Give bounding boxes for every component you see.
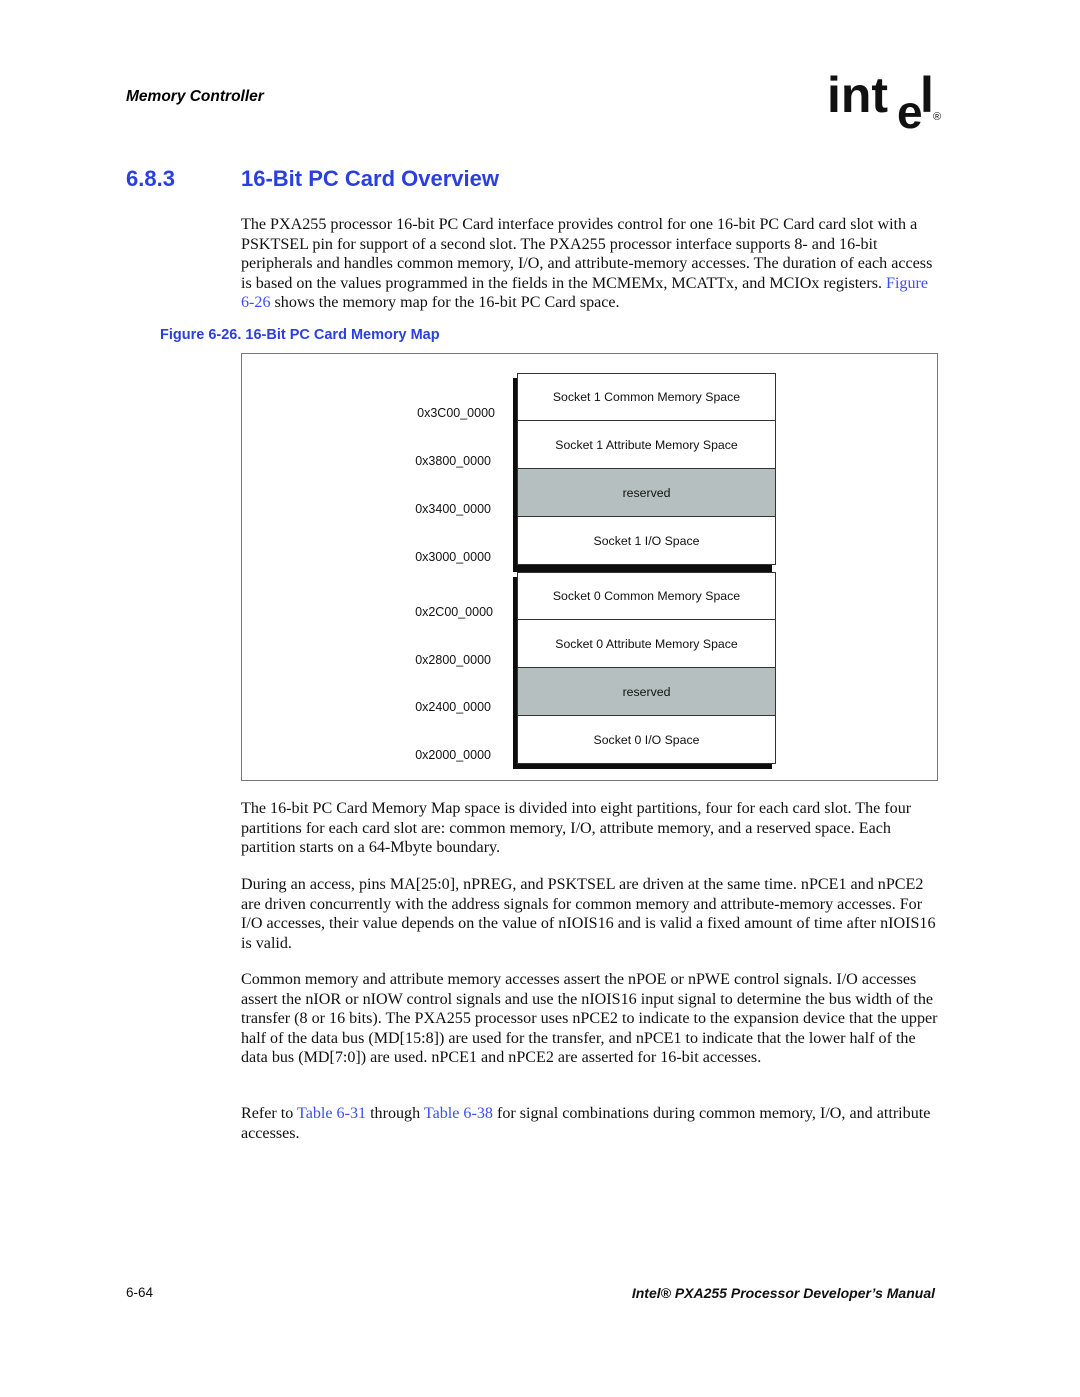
paragraph-control-signals: Common memory and attribute memory acces…	[241, 971, 938, 1067]
socket0-reserved-block: reserved	[517, 667, 776, 716]
address-label: 0x2400_0000	[415, 700, 491, 714]
socket1-common-memory-block: Socket 1 Common Memory Space	[517, 373, 776, 421]
refer-text-2: through	[366, 1105, 424, 1122]
paragraph-partitions: The 16-bit PC Card Memory Map space is d…	[241, 800, 912, 857]
intro-text-2: shows the memory map for the 16-bit PC C…	[270, 294, 620, 312]
logo-text: int	[827, 68, 888, 123]
socket0-attribute-memory-block: Socket 0 Attribute Memory Space	[517, 619, 776, 668]
section-title: 16-Bit PC Card Overview	[241, 166, 499, 191]
intro-text-1: The PXA255 processor 16-bit PC Card inte…	[241, 216, 933, 292]
address-label: 0x2C00_0000	[415, 605, 493, 619]
address-label: 0x3800_0000	[415, 454, 491, 468]
socket0-io-block: Socket 0 I/O Space	[517, 715, 776, 764]
figure-caption: Figure 6-26. 16-Bit PC Card Memory Map	[160, 327, 440, 343]
table-6-38-link[interactable]: Table 6-38	[424, 1105, 493, 1122]
socket1-reserved-block: reserved	[517, 468, 776, 517]
intro-paragraph: The PXA255 processor 16-bit PC Card inte…	[241, 215, 941, 313]
socket1-attribute-memory-block: Socket 1 Attribute Memory Space	[517, 420, 776, 469]
paragraph-access-pins: During an access, pins MA[25:0], nPREG, …	[241, 876, 936, 952]
paragraph-refer: Refer to Table 6-31 through Table 6-38 f…	[241, 1104, 941, 1143]
refer-text-1: Refer to	[241, 1105, 298, 1122]
logo-l: l	[920, 68, 934, 123]
intel-logo-icon: int e l ®	[827, 67, 947, 138]
socket1-io-block: Socket 1 I/O Space	[517, 516, 776, 565]
table-6-31-link[interactable]: Table 6-31	[297, 1105, 366, 1122]
address-label: 0x2800_0000	[415, 653, 491, 667]
address-label: 0x3C00_0000	[417, 406, 495, 420]
logo-e: e	[897, 86, 923, 134]
page-number: 6-64	[126, 1285, 154, 1300]
socket0-common-memory-block: Socket 0 Common Memory Space	[517, 572, 776, 620]
running-header-section: Memory Controller	[126, 88, 264, 105]
registered-mark-icon: ®	[933, 111, 941, 123]
address-label: 0x2000_0000	[415, 748, 491, 762]
address-label: 0x3000_0000	[415, 550, 491, 564]
address-label: 0x3400_0000	[415, 502, 491, 516]
section-number: 6.8.3	[126, 166, 175, 191]
manual-title: Intel® PXA255 Processor Developer’s Manu…	[631, 1285, 935, 1301]
